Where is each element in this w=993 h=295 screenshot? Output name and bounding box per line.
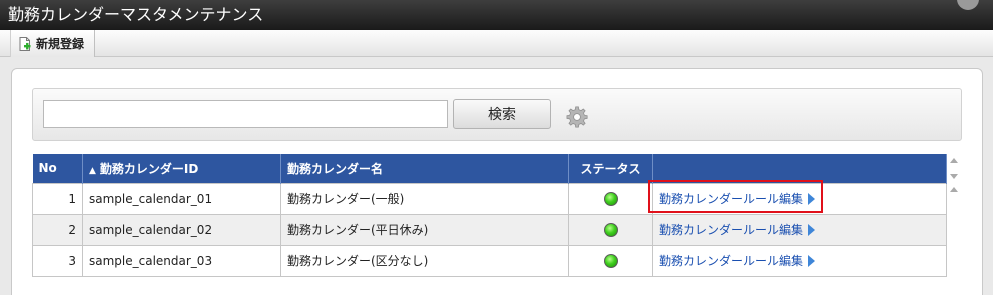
cell-no: 1 (32, 182, 83, 215)
sort-ascending-icon: ▲ (89, 165, 96, 176)
edit-calendar-rule-link[interactable]: 勤務カレンダールール編集 (659, 252, 816, 269)
new-register-button[interactable]: 新規登録 (10, 30, 96, 57)
table-row: 3 sample_calendar_03 勤務カレンダー(区分なし) 勤務カレン… (32, 244, 947, 277)
cell-name: 勤務カレンダー(区分なし) (280, 244, 569, 277)
cell-name: 勤務カレンダー(平日休み) (280, 213, 569, 246)
cell-name: 勤務カレンダー(一般) (280, 182, 569, 215)
column-header-action (652, 154, 947, 183)
edit-calendar-rule-link[interactable]: 勤務カレンダールール編集 (659, 221, 816, 238)
column-header-name[interactable]: 勤務カレンダー名 (280, 154, 569, 183)
status-active-icon (603, 253, 618, 268)
scroll-up-icon[interactable] (950, 187, 958, 192)
table-row: 2 sample_calendar_02 勤務カレンダー(平日休み) 勤務カレン… (32, 213, 947, 246)
status-active-icon (603, 222, 618, 237)
cell-status (568, 213, 653, 246)
cell-action: 勤務カレンダールール編集 (652, 182, 947, 215)
play-arrow-icon (808, 192, 816, 205)
scroll-down-icon[interactable] (950, 174, 958, 179)
edit-calendar-rule-link[interactable]: 勤務カレンダールール編集 (659, 190, 816, 207)
column-header-no[interactable]: No (32, 154, 83, 183)
cell-id: sample_calendar_01 (82, 182, 281, 215)
edit-calendar-rule-label: 勤務カレンダールール編集 (659, 192, 804, 206)
table-header-row: No ▲ 勤務カレンダーID 勤務カレンダー名 ステータス (32, 154, 947, 183)
search-button[interactable]: 検索 (453, 99, 551, 129)
toolbar: 新規登録 (0, 30, 993, 57)
cell-no: 2 (32, 213, 83, 246)
scroll-up-icon[interactable] (950, 158, 958, 163)
cell-action: 勤務カレンダールール編集 (652, 244, 947, 277)
column-header-id[interactable]: ▲ 勤務カレンダーID (82, 154, 281, 183)
calendar-table: No ▲ 勤務カレンダーID 勤務カレンダー名 ステータス 1 sample_ca… (32, 154, 947, 277)
window-title: 勤務カレンダーマスタメンテナンス (8, 5, 264, 24)
cell-action: 勤務カレンダールール編集 (652, 213, 947, 246)
play-arrow-icon (808, 254, 816, 267)
column-header-status[interactable]: ステータス (568, 154, 653, 183)
cell-no: 3 (32, 244, 83, 277)
table-row: 1 sample_calendar_01 勤務カレンダー(一般) 勤務カレンダー… (32, 182, 947, 215)
play-arrow-icon (808, 223, 816, 236)
title-bar: 勤務カレンダーマスタメンテナンス (0, 0, 993, 30)
cell-id: sample_calendar_02 (82, 213, 281, 246)
status-active-icon (603, 191, 618, 206)
new-register-label: 新規登録 (36, 37, 85, 51)
cell-id: sample_calendar_03 (82, 244, 281, 277)
search-input[interactable] (43, 100, 448, 128)
window-corner-control[interactable] (957, 0, 979, 10)
new-document-icon (19, 36, 31, 51)
cell-status (568, 182, 653, 215)
column-header-id-label: 勤務カレンダーID (99, 161, 199, 176)
edit-calendar-rule-label: 勤務カレンダールール編集 (659, 223, 804, 237)
edit-calendar-rule-label: 勤務カレンダールール編集 (659, 254, 804, 268)
cell-status (568, 244, 653, 277)
table-scrollbar[interactable] (948, 154, 962, 278)
gear-icon[interactable] (566, 106, 588, 128)
